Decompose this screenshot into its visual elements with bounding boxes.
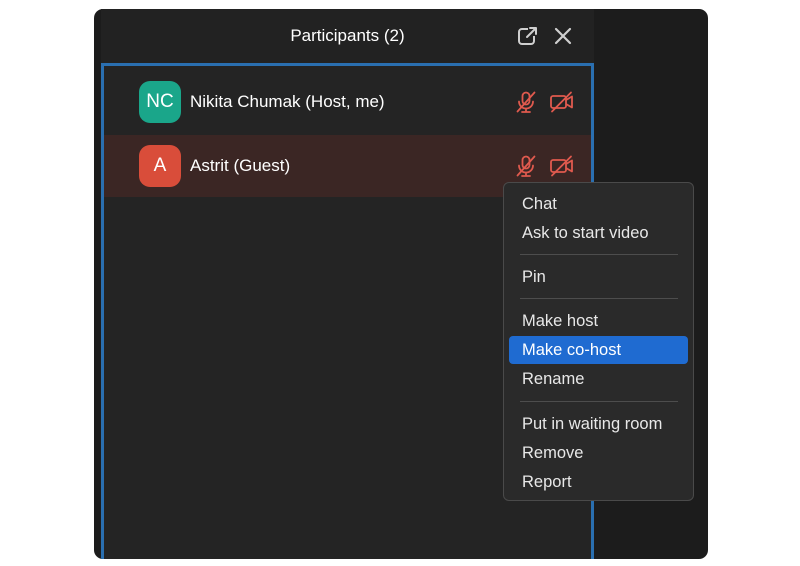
avatar: NC: [139, 81, 181, 123]
menu-item-rename[interactable]: Rename: [509, 365, 688, 393]
participant-name: Astrit (Guest): [190, 156, 291, 175]
close-icon[interactable]: [549, 22, 577, 50]
menu-item-put-in-waiting-room[interactable]: Put in waiting room: [509, 410, 688, 438]
menu-divider: [520, 401, 678, 402]
participant-row-nikita[interactable]: NC Nikita Chumak (Host, me): [104, 71, 591, 133]
menu-item-make-co-host[interactable]: Make co-host: [509, 336, 688, 364]
avatar: A: [139, 145, 181, 187]
panel-header: Participants (2): [101, 9, 594, 63]
mic-muted-icon[interactable]: [512, 152, 540, 180]
mic-muted-icon[interactable]: [512, 88, 540, 116]
video-off-icon[interactable]: [548, 88, 576, 116]
menu-item-make-host[interactable]: Make host: [509, 307, 688, 335]
participant-context-menu: Chat Ask to start video Pin Make host Ma…: [503, 182, 694, 501]
participant-name: Nikita Chumak (Host, me): [190, 92, 385, 111]
video-off-icon[interactable]: [548, 152, 576, 180]
menu-item-chat[interactable]: Chat: [509, 190, 688, 218]
menu-divider: [520, 298, 678, 299]
menu-item-remove[interactable]: Remove: [509, 439, 688, 467]
menu-item-report[interactable]: Report: [509, 468, 688, 496]
menu-item-ask-to-start-video[interactable]: Ask to start video: [509, 219, 688, 247]
menu-divider: [520, 254, 678, 255]
menu-item-pin[interactable]: Pin: [509, 263, 688, 291]
popout-icon[interactable]: [514, 22, 542, 50]
